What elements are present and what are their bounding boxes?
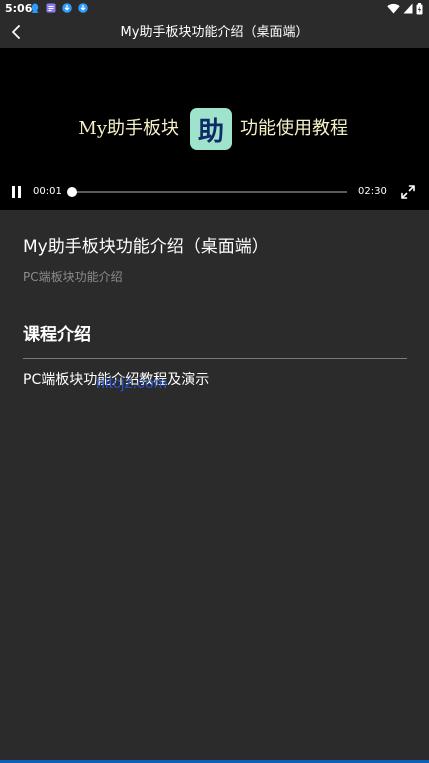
seek-thumb[interactable] [66,187,77,197]
assistant-logo-glyph: 助 [197,116,224,147]
seek-bar[interactable] [66,187,347,197]
player-controls: 00:01 02:30 [0,181,429,203]
qq-icon [31,3,39,13]
total-time: 02:30 [358,186,387,197]
video-player[interactable]: My助手板块 助 功能使用教程 00:01 02:30 [0,48,429,210]
fullscreen-icon[interactable] [400,184,416,200]
download-icon [62,3,72,13]
signal-icon [403,3,413,14]
banner-text-left: My助手板块 [78,118,179,139]
pause-button[interactable] [10,185,24,199]
video-frame: My助手板块 助 功能使用教程 [0,108,429,150]
system-tray [387,2,423,15]
wifi-icon [387,3,400,14]
battery-icon [416,2,423,14]
watermark: nitcjz.com [96,375,168,392]
back-button[interactable] [6,22,26,42]
course-subtitle: PC端板块功能介绍 [23,270,123,284]
status-bar: 5:06 [0,0,429,17]
notepad-icon [46,3,56,13]
divider [23,358,407,359]
back-arrow-icon [12,25,20,39]
page-title: My助手板块功能介绍（桌面端） [120,25,309,40]
download-icon [78,3,88,13]
pause-icon [12,186,15,198]
status-time: 5:06 [5,2,33,15]
app-bar: My助手板块功能介绍（桌面端） [0,17,429,48]
banner-text-right: 功能使用教程 [240,118,348,139]
course-title: My助手板块功能介绍（桌面端） [23,237,269,257]
current-time: 00:01 [33,186,62,197]
course-intro-heading: 课程介绍 [23,325,91,345]
assistant-logo: 助 [190,108,232,150]
